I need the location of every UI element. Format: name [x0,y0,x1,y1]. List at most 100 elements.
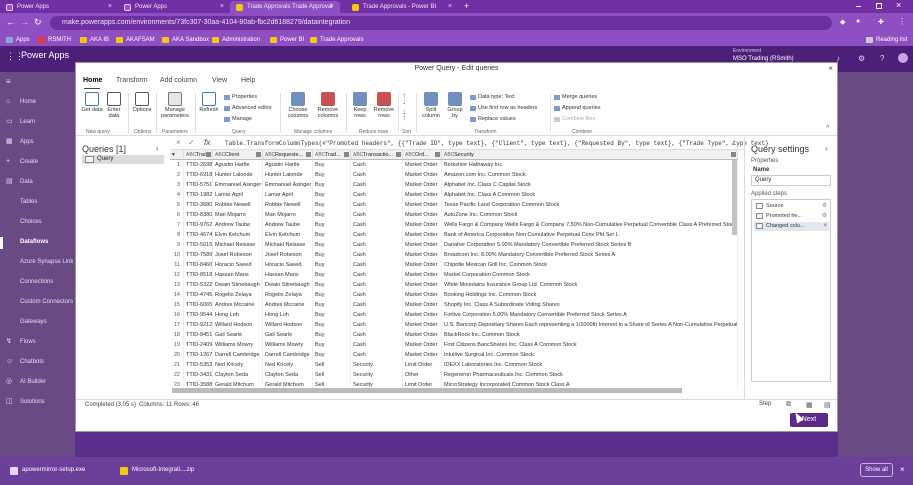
table-cell[interactable]: TTID-97623 [184,220,213,230]
table-cell[interactable]: Buy [313,280,351,290]
table-cell[interactable]: Sell [313,360,351,370]
table-cell[interactable]: Clayton Seda [213,370,263,380]
table-cell[interactable]: AutoZone Inc. Common Stock [442,210,738,220]
table-cell[interactable]: Market Order [403,290,442,300]
filter-icon[interactable] [206,152,211,157]
puzzle-icon[interactable]: ✚ [878,18,884,26]
tab-add-column[interactable]: Add column [160,77,197,84]
options-button[interactable]: Options [131,92,153,113]
nav-ai-builder[interactable]: ◎ AI Builder [6,377,46,387]
remove-columns-button[interactable]: Remove columns [314,92,342,119]
table-cell[interactable]: Hunter Lalonde [263,170,313,180]
column-header[interactable]: ABC Transactio... [351,150,403,160]
table-cell[interactable]: Market Order [403,220,442,230]
table-cell[interactable]: Cash [351,200,403,210]
table-cell[interactable]: Rogelio Zelaya [213,290,263,300]
table-cell[interactable]: Man Mojarro [213,210,263,220]
diagram-view-icon[interactable]: ⧉ [786,401,791,409]
table-cell[interactable]: Cash [351,310,403,320]
table-cell[interactable]: Cash [351,180,403,190]
table-cell[interactable]: Market Order [403,170,442,180]
table-row[interactable]: 8 TTID-46742 Elvin Ketchum Elvin Ketchum Buy… [170,230,744,240]
table-cell[interactable]: Buy [313,190,351,200]
table-cell[interactable]: TTID-26983 [184,160,213,170]
bookmark-rsmith[interactable]: RSMITH [38,35,71,45]
table-cell[interactable]: Cash [351,220,403,230]
table-cell[interactable]: Bank of America Corporation Non Cumulati… [442,230,738,240]
table-cell[interactable]: Buy [313,250,351,260]
table-cell[interactable]: Cash [351,340,403,350]
bookmark-trade-approvals[interactable]: Trade Approvals [310,35,363,45]
table-cell[interactable]: Buy [313,160,351,170]
manage-button[interactable]: Manage [224,116,252,122]
column-header[interactable]: ABC Trad... [184,150,213,160]
table-cell[interactable]: Josef Robeson [263,250,313,260]
table-cell[interactable]: Buy [313,170,351,180]
table-cell[interactable]: Lamar April [263,190,313,200]
table-cell[interactable]: Shopify Inc. Class A Subordinate Voting … [442,300,738,310]
nav-apps[interactable]: ▦ Apps [6,137,34,147]
merge-queries-button[interactable]: Merge queries [554,94,597,100]
table-cell[interactable]: Cash [351,280,403,290]
table-cell[interactable]: Andrew Taube [213,220,263,230]
table-row[interactable]: 6 TTID-83803 Man Mojarro Man Mojarro Buy Cash… [170,210,744,220]
table-cell[interactable]: Clayton Seda [263,370,313,380]
column-header[interactable]: ABC Requeste... [263,150,313,160]
table-cell[interactable]: IDEXX Laboratories Inc. Common Stock [442,360,738,370]
table-cell[interactable]: Booking Holdings Inc. Common Stock [442,290,738,300]
table-cell[interactable]: Gail Searle [213,330,263,340]
choose-columns-button[interactable]: Choose columns [284,92,312,119]
table-cell[interactable]: Berkshire Hathaway Inc. [442,160,738,170]
table-cell[interactable]: Cash [351,170,403,180]
table-row[interactable]: 17 TTID-92122 Willard Hodson Willard Hodson… [170,320,744,330]
table-cell[interactable]: Williams Mowry [263,340,313,350]
table-cell[interactable]: TTID-12678 [184,350,213,360]
nav-data[interactable]: ▤ Data [6,177,33,187]
show-all-button[interactable]: Show all [860,463,893,477]
nav-azure-synapse-link[interactable]: Azure Synapse Link [6,257,73,267]
get-data-button[interactable]: Get data [81,92,103,113]
table-cell[interactable]: Lamar April [213,190,263,200]
table-cell[interactable]: Cash [351,330,403,340]
table-row[interactable]: 13 TTID-53226 Dwain Stinebaugh Dwain Stineb… [170,280,744,290]
hamburger-icon[interactable]: ≡ [6,77,11,86]
nav-custom-connectors[interactable]: Custom Connectors [6,297,73,307]
step-button[interactable]: Step [750,401,771,407]
column-header[interactable]: ABC Ord... [403,150,442,160]
table-cell[interactable]: Market Order [403,160,442,170]
avatar[interactable] [898,53,908,63]
nav-chatbots[interactable]: ☺ Chatbots [6,357,44,367]
nav-gateways[interactable]: Gateways [6,317,47,327]
minimize-icon[interactable] [856,6,861,7]
table-cell[interactable]: Regeneron Pharmaceuticals Inc. Common St… [442,370,738,380]
table-cell[interactable]: First Citizens BancShares Inc. Class A C… [442,340,738,350]
table-row[interactable]: 9 TTID-50159 Michael Neisase Michael Neisas… [170,240,744,250]
table-cell[interactable]: BlackRock Inc. Common Stock [442,330,738,340]
query-list-item[interactable]: Query [82,155,164,164]
bookmark-power-bi[interactable]: Power BI [270,35,304,45]
bookmark-aka-ib[interactable]: AKA IB [80,35,109,45]
table-cell[interactable]: Williams Mowry [213,340,263,350]
schema-view-icon[interactable]: ▤ [824,401,831,409]
table-cell[interactable]: Market Order [403,200,442,210]
cancel-formula-icon[interactable]: × [176,138,181,147]
table-cell[interactable]: Market Order [403,180,442,190]
table-cell[interactable]: TTID-75897 [184,250,213,260]
table-cell[interactable]: Limit Order [403,360,442,370]
table-cell[interactable]: Buy [313,300,351,310]
close-icon[interactable]: × [330,3,334,10]
table-row[interactable]: 16 TTID-95446 Hong Loh Hong Loh Buy Cash Marke… [170,310,744,320]
table-cell[interactable]: Alphabet Inc. Class A Common Stock [442,190,738,200]
table-row[interactable]: 19 TTID-24092 Williams Mowry Williams Mowry… [170,340,744,350]
table-cell[interactable]: TTID-84511 [184,330,213,340]
nav-solutions[interactable]: ◫ Solutions [6,397,45,407]
table-cell[interactable]: TTID-19827 [184,190,213,200]
table-cell[interactable]: Cash [351,300,403,310]
combine-files-button[interactable]: Combine files [554,116,595,122]
browser-tab[interactable]: Power Apps × [118,1,230,13]
nav-choices[interactable]: Choices [6,217,42,227]
table-cell[interactable]: Cash [351,240,403,250]
table-cell[interactable]: Market Order [403,240,442,250]
table-cell[interactable]: Cash [351,290,403,300]
table-row[interactable]: 22 TTID-34313 Clayton Seda Clayton Seda Sell… [170,370,744,380]
